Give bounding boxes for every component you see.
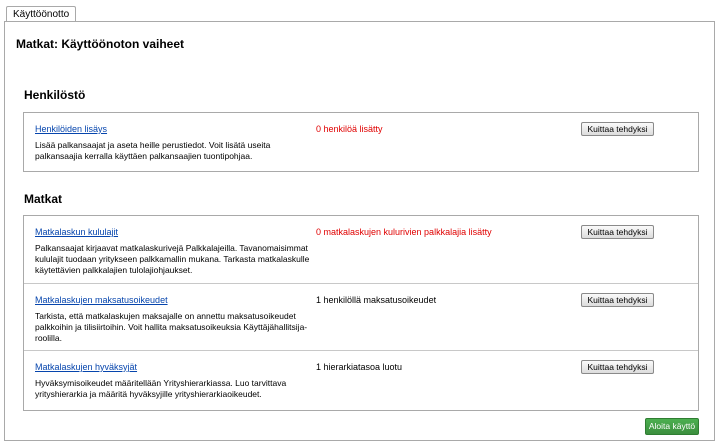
matkalaskun-kululajit-link[interactable]: Matkalaskun kululajit: [35, 227, 118, 237]
page-title: Matkat: Käyttöönoton vaiheet: [16, 37, 185, 51]
step-description: Palkansaajat kirjaavat matkalaskurivejä …: [35, 243, 310, 275]
henkiloiden-lisays-link[interactable]: Henkilöiden lisäys: [35, 124, 107, 134]
section-title-henkilosto: Henkilöstö: [24, 88, 86, 102]
start-using-button[interactable]: Aloita käyttö: [645, 418, 699, 435]
list-item: Matkalaskujen hyväksyjät Hyväksymisoikeu…: [24, 350, 698, 410]
list-item: Matkalaskujen maksatusoikeudet Tarkista,…: [24, 283, 698, 350]
tab-bar: Käyttöönotto: [0, 0, 720, 22]
step-description: Lisää palkansaajat ja aseta heille perus…: [35, 140, 271, 161]
section-title-matkat: Matkat: [24, 192, 63, 206]
hyvaksyjat-link[interactable]: Matkalaskujen hyväksyjät: [35, 362, 137, 372]
henkilosto-card: Henkilöiden lisäys Lisää palkansaajat ja…: [23, 112, 699, 172]
list-item: Matkalaskun kululajit Palkansaajat kirja…: [24, 216, 698, 283]
main-panel: Matkat: Käyttöönoton vaiheet Henkilöstö …: [4, 21, 715, 441]
tab-kayttoonotto[interactable]: Käyttöönotto: [6, 6, 77, 22]
list-item: Henkilöiden lisäys Lisää palkansaajat ja…: [24, 113, 698, 171]
step-description: Hyväksymisoikeudet määritellään Yrityshi…: [35, 378, 287, 399]
step-description: Tarkista, että matkalaskujen maksajalle …: [35, 311, 308, 343]
matkat-card: Matkalaskun kululajit Palkansaajat kirja…: [23, 215, 699, 411]
step-status: 0 matkalaskujen kulurivien palkkalajia l…: [316, 227, 492, 237]
step-status: 1 henkilöllä maksatusoikeudet: [316, 295, 437, 305]
step-status: 1 hierarkiatasoa luotu: [316, 362, 403, 372]
mark-done-button[interactable]: Kuittaa tehdyksi: [581, 225, 654, 239]
mark-done-button[interactable]: Kuittaa tehdyksi: [581, 293, 654, 307]
maksatusoikeudet-link[interactable]: Matkalaskujen maksatusoikeudet: [35, 295, 168, 305]
mark-done-button[interactable]: Kuittaa tehdyksi: [581, 122, 654, 136]
mark-done-button[interactable]: Kuittaa tehdyksi: [581, 360, 654, 374]
step-status: 0 henkilöä lisätty: [316, 124, 383, 134]
